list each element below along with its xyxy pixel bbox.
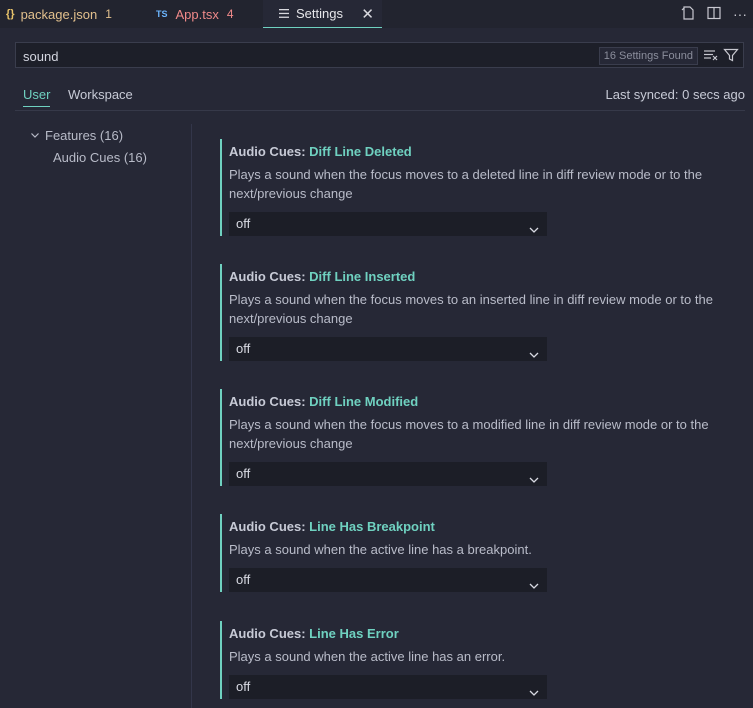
search-input[interactable] [16, 43, 585, 69]
setting-dropdown[interactable]: off [229, 462, 547, 486]
settings-search-box: 16 Settings Found [15, 42, 744, 69]
filter-icon[interactable] [723, 47, 739, 63]
settings-list-icon [279, 9, 289, 18]
setting-description: Plays a sound when the focus moves to a … [229, 167, 703, 201]
setting-title: Audio Cues: Diff Line Inserted [229, 269, 416, 284]
tab-label: App.tsx [175, 6, 219, 22]
tab-workspace[interactable]: Workspace [68, 87, 133, 102]
chevron-down-icon [529, 575, 539, 589]
last-synced-status: Last synced: 0 secs ago [605, 87, 745, 102]
problem-count-badge: 1 [105, 7, 112, 21]
editor-actions: ··· [675, 2, 753, 26]
dropdown-value: off [236, 466, 251, 481]
dropdown-value: off [236, 216, 251, 231]
toc-item-features[interactable]: Features (16) [30, 128, 123, 143]
settings-scope-tabs: User Workspace Last synced: 0 secs ago [15, 80, 745, 111]
settings-found-badge: 16 Settings Found [598, 47, 698, 65]
setting-dropdown[interactable]: off [229, 337, 547, 361]
setting-description: Plays a sound when the active line has a… [229, 542, 532, 557]
dropdown-value: off [236, 341, 251, 356]
setting-item: Audio Cues: Diff Line Deleted Plays a so… [220, 139, 749, 236]
setting-title: Audio Cues: Diff Line Deleted [229, 144, 412, 159]
setting-title: Audio Cues: Diff Line Modified [229, 394, 419, 409]
close-icon[interactable]: ✕ [361, 5, 374, 23]
open-settings-json-icon[interactable] [675, 5, 701, 24]
setting-dropdown[interactable]: off [229, 212, 547, 236]
tab-settings[interactable]: Settings ✕ [263, 0, 382, 28]
chevron-down-icon [529, 469, 539, 483]
setting-item: Audio Cues: Diff Line Modified Plays a s… [220, 389, 749, 486]
dropdown-value: off [236, 679, 251, 694]
chevron-down-icon [529, 344, 539, 358]
more-actions-icon[interactable]: ··· [727, 6, 753, 22]
setting-dropdown[interactable]: off [229, 568, 547, 592]
tab-user[interactable]: User [23, 87, 51, 107]
setting-dropdown[interactable]: off [229, 675, 547, 699]
tab-label: package.json [20, 6, 98, 22]
setting-item: Audio Cues: Line Has Breakpoint Plays a … [220, 514, 749, 592]
toc-label: Features (16) [45, 128, 124, 143]
chevron-down-icon [30, 130, 42, 143]
setting-title: Audio Cues: Line Has Error [229, 626, 399, 641]
tab-package-json[interactable]: {} package.json 1 [6, 0, 112, 28]
json-braces-icon: {} [6, 8, 15, 20]
tab-app-tsx[interactable]: TS App.tsx 4 [156, 0, 234, 28]
typescript-icon: TS [156, 9, 168, 19]
setting-item: Audio Cues: Line Has Error Plays a sound… [220, 621, 749, 699]
dropdown-value: off [236, 572, 251, 587]
setting-description: Plays a sound when the focus moves to an… [229, 292, 713, 326]
problem-count-badge: 4 [226, 7, 234, 21]
toc-item-audio-cues[interactable]: Audio Cues (16) [53, 150, 147, 165]
clear-filter-icon[interactable] [703, 47, 719, 63]
toc-divider [191, 124, 192, 708]
setting-description: Plays a sound when the active line has a… [229, 649, 506, 664]
editor-tab-bar: {} package.json 1 TS App.tsx 4 Settings … [0, 0, 753, 28]
chevron-down-icon [529, 219, 539, 233]
setting-item: Audio Cues: Diff Line Inserted Plays a s… [220, 264, 749, 361]
split-editor-icon[interactable] [701, 5, 727, 24]
setting-title: Audio Cues: Line Has Breakpoint [229, 519, 435, 534]
chevron-down-icon [529, 682, 539, 696]
tab-label: Settings [296, 6, 343, 21]
setting-description: Plays a sound when the focus moves to a … [229, 417, 709, 451]
